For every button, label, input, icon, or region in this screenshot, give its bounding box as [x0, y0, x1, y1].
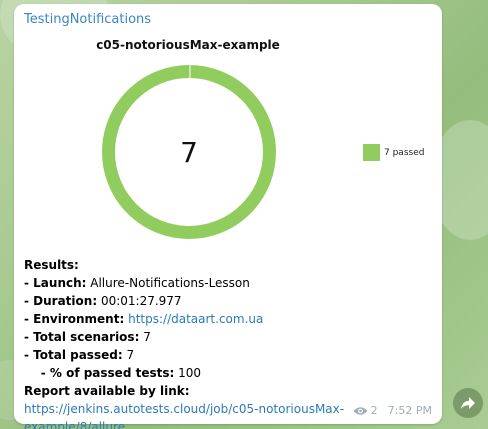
launch-label: - Launch: — [24, 276, 87, 290]
total-passed-value: 7 — [122, 348, 135, 362]
launch-value: Allure-Notifications-Lesson — [86, 276, 250, 290]
duration-line: - Duration: 00:01:27.977 — [24, 292, 436, 310]
message-bubble: TestingNotifications c05-notoriousMax-ex… — [14, 4, 442, 429]
share-icon — [460, 396, 476, 410]
legend-label: 7 passed — [384, 147, 425, 158]
environment-label: - Environment: — [24, 312, 125, 326]
chart-legend: 7 passed — [363, 144, 424, 161]
message-meta: 2 7:52 PM — [353, 404, 432, 417]
duration-value: 00:01:27.977 — [97, 294, 182, 308]
views-count: 2 — [370, 404, 378, 417]
total-passed-label: - Total passed: — [24, 348, 123, 362]
results-heading: Results: — [24, 258, 79, 272]
eye-icon — [353, 406, 368, 416]
total-passed-line: - Total passed: 7 — [24, 346, 436, 364]
percent-passed-value: 100 — [174, 366, 202, 380]
total-scenarios-label: - Total scenarios: — [24, 330, 140, 344]
report-link[interactable]: https://jenkins.autotests.cloud/job/c05-… — [24, 402, 344, 429]
legend-swatch — [363, 144, 380, 161]
percent-passed-line: - % of passed tests: 100 — [24, 364, 436, 382]
report-label: Report available by link: — [24, 384, 190, 398]
launch-line: - Launch: Allure-Notifications-Lesson — [24, 274, 436, 292]
total-scenarios-line: - Total scenarios: 7 — [24, 328, 436, 346]
environment-line: - Environment: https://dataart.com.ua — [24, 310, 436, 328]
share-button[interactable] — [453, 388, 483, 418]
environment-link[interactable]: https://dataart.com.ua — [128, 312, 263, 326]
percent-passed-label: - % of passed tests: — [24, 366, 175, 380]
message-time: 7:52 PM — [387, 404, 432, 417]
chart-image[interactable]: 7 — [14, 4, 442, 254]
total-scenarios-value: 7 — [139, 330, 151, 344]
donut-center-label: 7 — [180, 136, 198, 169]
duration-label: - Duration: — [24, 294, 98, 308]
